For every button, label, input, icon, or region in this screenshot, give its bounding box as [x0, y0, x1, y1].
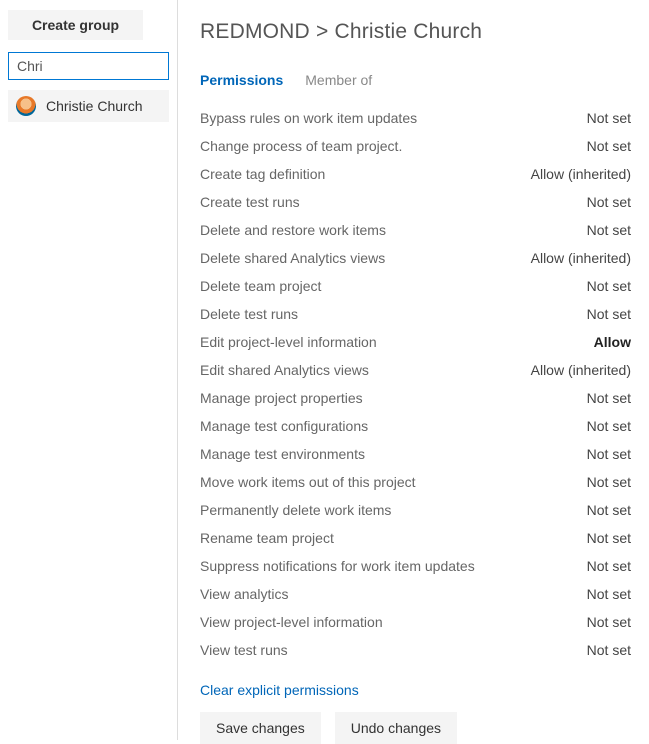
permission-status[interactable]: Not set	[587, 586, 631, 602]
permission-name: Rename team project	[200, 530, 334, 546]
permission-name: Create tag definition	[200, 166, 325, 182]
sidebar: Create group Christie Church	[0, 0, 178, 740]
create-group-button[interactable]: Create group	[8, 10, 143, 40]
permissions-list: Bypass rules on work item updates Not set…	[200, 104, 631, 664]
permission-status[interactable]: Not set	[587, 502, 631, 518]
permission-status[interactable]: Not set	[587, 390, 631, 406]
permission-name: View test runs	[200, 642, 288, 658]
permission-status[interactable]: Not set	[587, 418, 631, 434]
permission-status[interactable]: Not set	[587, 446, 631, 462]
permission-name: Manage test configurations	[200, 418, 368, 434]
permission-name: Create test runs	[200, 194, 300, 210]
permission-name: Delete and restore work items	[200, 222, 386, 238]
search-result-item[interactable]: Christie Church	[8, 90, 169, 122]
permission-row[interactable]: Edit shared Analytics views Allow (inheri…	[200, 356, 631, 384]
permission-name: Manage test environments	[200, 446, 365, 462]
main-panel: REDMOND > Christie Church Permissions Me…	[178, 0, 649, 740]
permission-name: View project-level information	[200, 614, 383, 630]
search-input[interactable]	[8, 52, 169, 80]
save-changes-button[interactable]: Save changes	[200, 712, 321, 744]
permission-row[interactable]: Bypass rules on work item updates Not set	[200, 104, 631, 132]
tabs: Permissions Member of	[200, 72, 631, 88]
clear-permissions-link[interactable]: Clear explicit permissions	[200, 682, 359, 698]
search-result-name: Christie Church	[46, 98, 142, 114]
permission-status[interactable]: Not set	[587, 110, 631, 126]
permission-row[interactable]: Change process of team project. Not set	[200, 132, 631, 160]
undo-changes-button[interactable]: Undo changes	[335, 712, 457, 744]
breadcrumb-sep: >	[316, 20, 328, 43]
permission-row[interactable]: Create tag definition Allow (inherited)	[200, 160, 631, 188]
permission-row[interactable]: Rename team project Not set	[200, 524, 631, 552]
permission-row[interactable]: Suppress notifications for work item upd…	[200, 552, 631, 580]
breadcrumb-user: Christie Church	[334, 20, 482, 43]
permission-name: Delete team project	[200, 278, 321, 294]
permission-status[interactable]: Not set	[587, 558, 631, 574]
permission-row[interactable]: Manage test configurations Not set	[200, 412, 631, 440]
permission-name: Manage project properties	[200, 390, 363, 406]
permission-name: Bypass rules on work item updates	[200, 110, 417, 126]
permission-name: Change process of team project.	[200, 138, 402, 154]
permission-row[interactable]: Manage project properties Not set	[200, 384, 631, 412]
permission-row[interactable]: Delete and restore work items Not set	[200, 216, 631, 244]
permission-row[interactable]: Delete shared Analytics views Allow (inhe…	[200, 244, 631, 272]
permission-status[interactable]: Not set	[587, 614, 631, 630]
permission-row[interactable]: Create test runs Not set	[200, 188, 631, 216]
permission-status[interactable]: Not set	[587, 138, 631, 154]
permission-status[interactable]: Not set	[587, 642, 631, 658]
permission-row[interactable]: Manage test environments Not set	[200, 440, 631, 468]
button-row: Save changes Undo changes	[200, 712, 631, 744]
permission-status[interactable]: Not set	[587, 194, 631, 210]
permission-name: View analytics	[200, 586, 288, 602]
permission-row[interactable]: View project-level information Not set	[200, 608, 631, 636]
avatar-icon	[16, 96, 36, 116]
permission-row[interactable]: Delete team project Not set	[200, 272, 631, 300]
permission-name: Delete shared Analytics views	[200, 250, 385, 266]
permission-status[interactable]: Allow	[594, 334, 631, 350]
permission-status[interactable]: Allow (inherited)	[531, 250, 631, 266]
breadcrumb: REDMOND > Christie Church	[200, 20, 631, 44]
permission-row[interactable]: Move work items out of this project Not s…	[200, 468, 631, 496]
permission-status[interactable]: Not set	[587, 530, 631, 546]
permission-status[interactable]: Not set	[587, 278, 631, 294]
permission-name: Permanently delete work items	[200, 502, 391, 518]
permission-row[interactable]: View analytics Not set	[200, 580, 631, 608]
permission-status[interactable]: Not set	[587, 474, 631, 490]
permission-status[interactable]: Allow (inherited)	[531, 362, 631, 378]
permission-name: Edit project-level information	[200, 334, 377, 350]
permission-name: Suppress notifications for work item upd…	[200, 558, 475, 574]
permission-row[interactable]: View test runs Not set	[200, 636, 631, 664]
permission-status[interactable]: Not set	[587, 306, 631, 322]
breadcrumb-scope: REDMOND	[200, 20, 310, 43]
permission-status[interactable]: Allow (inherited)	[531, 166, 631, 182]
permission-row[interactable]: Permanently delete work items Not set	[200, 496, 631, 524]
permission-status[interactable]: Not set	[587, 222, 631, 238]
permission-name: Move work items out of this project	[200, 474, 416, 490]
tab-permissions[interactable]: Permissions	[200, 72, 283, 88]
tab-member-of[interactable]: Member of	[305, 72, 372, 88]
permission-name: Delete test runs	[200, 306, 298, 322]
permission-row[interactable]: Edit project-level information Allow	[200, 328, 631, 356]
permission-name: Edit shared Analytics views	[200, 362, 369, 378]
permission-row[interactable]: Delete test runs Not set	[200, 300, 631, 328]
